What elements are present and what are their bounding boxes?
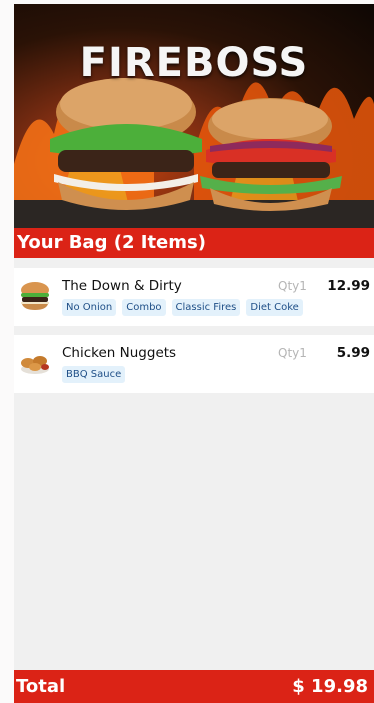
modifier-tag: No Onion xyxy=(62,299,117,316)
item-modifiers: BBQ Sauce xyxy=(62,366,126,383)
modifier-tag: Combo xyxy=(122,299,166,316)
modifier-tag: Diet Coke xyxy=(246,299,303,316)
modifier-tag: BBQ Sauce xyxy=(62,366,126,383)
total-bar: Total $ 19.98 xyxy=(14,670,374,703)
bag-title: Your Bag (2 Items) xyxy=(14,228,374,258)
burger-icon xyxy=(21,282,49,310)
item-qty: Qty1 xyxy=(278,346,307,360)
hero-burgers-image xyxy=(14,78,374,228)
cart-item-down-and-dirty[interactable]: The Down & Dirty Qty1 12.99 No Onion Com… xyxy=(14,268,374,326)
app-frame: FIREBOSS Your Bag (2 Items) The Down & D… xyxy=(14,4,374,703)
item-name: Chicken Nuggets xyxy=(62,345,177,361)
item-name: The Down & Dirty xyxy=(62,278,182,294)
hero-banner: FIREBOSS xyxy=(14,4,374,228)
item-modifiers: No Onion Combo Classic Fires Diet Coke xyxy=(62,299,303,316)
item-qty: Qty1 xyxy=(278,279,307,293)
item-price: 12.99 xyxy=(327,278,370,294)
total-label: Total xyxy=(16,676,66,697)
total-value: $ 19.98 xyxy=(292,676,368,697)
nuggets-icon xyxy=(21,356,49,374)
modifier-tag: Classic Fires xyxy=(171,299,241,316)
item-price: 5.99 xyxy=(336,345,370,361)
cart-item-chicken-nuggets[interactable]: Chicken Nuggets Qty1 5.99 BBQ Sauce xyxy=(14,335,374,393)
brand-logo: FIREBOSS xyxy=(79,40,309,86)
